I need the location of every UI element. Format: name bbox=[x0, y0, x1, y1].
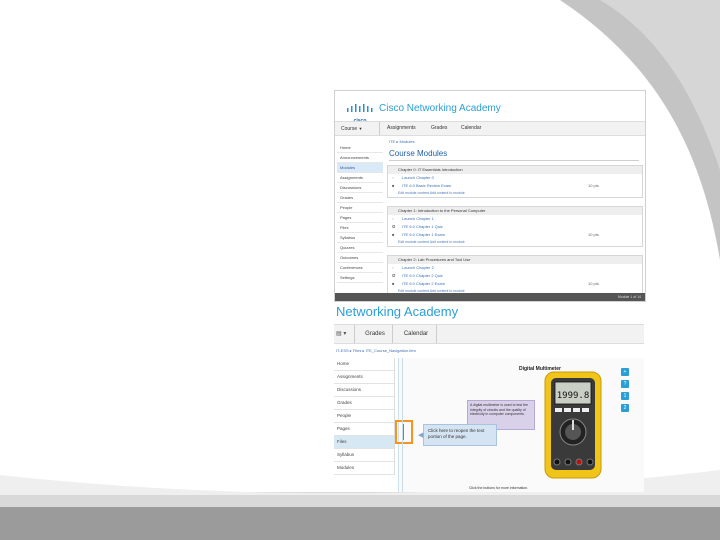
display-reading: 1999.8 bbox=[557, 391, 590, 401]
sidebar-item[interactable]: Assignments bbox=[337, 173, 383, 183]
points-label: 10 pts bbox=[588, 232, 599, 237]
module-item-label: ITE 6.0 Chapter 1 Quiz bbox=[402, 224, 443, 229]
sidebar-item[interactable]: Conferences bbox=[337, 263, 383, 273]
info-button[interactable]: ? bbox=[621, 380, 629, 388]
chevron-down-icon: ▼ bbox=[358, 126, 363, 131]
sidebar-item[interactable]: Grades bbox=[337, 193, 383, 203]
quiz-icon: ✪ bbox=[392, 273, 396, 278]
side-buttons: +? 1 2 bbox=[621, 368, 631, 416]
sidebar-item[interactable]: People bbox=[337, 203, 383, 213]
sidebar-item[interactable]: Quizzes bbox=[337, 243, 383, 253]
course-menu[interactable]: Course ▼ bbox=[341, 122, 380, 135]
sidebar-item[interactable]: Outcomes bbox=[337, 253, 383, 263]
points-label: 10 pts bbox=[588, 281, 599, 286]
module-item[interactable]: ■ ITE 6.0 Chapter 1 Exam 10 pts bbox=[388, 231, 642, 239]
module-footer-links[interactable]: Edit module content Add content to modul… bbox=[388, 239, 642, 246]
module-item-label: Launch Chapter 1 bbox=[402, 216, 434, 221]
info-button[interactable]: 2 bbox=[621, 404, 629, 412]
module-item[interactable]: ■ ITE 6.0 Chapter 2 Exam 10 pts bbox=[388, 280, 642, 288]
folder-icon: ■ bbox=[392, 183, 395, 188]
points-label: 10 pts bbox=[588, 183, 599, 188]
academy-title: Cisco Networking Academy bbox=[379, 103, 501, 114]
sidebar-item[interactable]: Modules bbox=[337, 163, 383, 173]
top-screenshot: cisco Cisco Networking Academy Course ▼ … bbox=[334, 90, 646, 302]
page-title: Course Modules bbox=[389, 149, 448, 158]
reopen-callout: ◀ Click here to reopen the text portion … bbox=[418, 424, 497, 446]
module-footer-links[interactable]: Edit module content Add content to modul… bbox=[388, 190, 642, 197]
grades-tab[interactable]: Grades bbox=[431, 122, 447, 135]
multimeter-image: 1999.8 bbox=[544, 371, 602, 479]
folder-icon: ■ bbox=[392, 232, 395, 237]
module-title[interactable]: Chapter 1: Introduction to the Personal … bbox=[388, 207, 642, 215]
sidebar-item[interactable]: People bbox=[334, 410, 394, 423]
module-item-label: Launch Chapter 2 bbox=[402, 265, 434, 270]
module-item-label: ITE 6.0 Chapter 2 Quiz bbox=[402, 273, 443, 278]
module-item[interactable]: ▫ Launch Chapter 2 bbox=[388, 264, 642, 272]
bottom-screenshot: Networking Academy ▤ ▾ Grades Calendar I… bbox=[334, 302, 644, 492]
info-button[interactable]: + bbox=[621, 368, 629, 376]
callout-arrow-icon: ◀ bbox=[418, 432, 424, 439]
module-item-label: ITE 6.0 Chapter 2 Exam bbox=[402, 281, 445, 286]
sidebar-item[interactable]: Syllabus bbox=[337, 233, 383, 243]
sidebar-item[interactable]: Grades bbox=[334, 397, 394, 410]
sidebar-item[interactable]: Syllabus bbox=[334, 449, 394, 462]
content-footer: Click the buttons for more information. bbox=[469, 486, 529, 490]
sidebar-item[interactable]: Pages bbox=[337, 213, 383, 223]
module-card: Chapter 1: Introduction to the Personal … bbox=[387, 206, 643, 247]
handle-line bbox=[402, 358, 403, 492]
sidebar-item[interactable]: Modules bbox=[334, 462, 394, 475]
bottom-sidebar: Home Assignments Discussions Grades People Pa… bbox=[334, 358, 395, 475]
sidebar-item[interactable]: Home bbox=[337, 143, 383, 153]
sidebar-item[interactable]: Files bbox=[334, 436, 394, 449]
page-icon: ▫ bbox=[392, 265, 394, 270]
grades-tab[interactable]: Grades bbox=[358, 325, 393, 343]
breadcrumb[interactable]: ITE ▸ Modules bbox=[389, 139, 415, 144]
status-text: Module 1 of 14 bbox=[617, 295, 641, 299]
status-bar: Module 1 of 14 bbox=[335, 293, 645, 301]
module-card: Chapter 2: Lab Procedures and Tool Use ▫ L… bbox=[387, 255, 643, 296]
sidebar-item[interactable]: Files bbox=[337, 223, 383, 233]
module-item-label: Launch Chapter 0 bbox=[402, 175, 434, 180]
module-item[interactable]: ■ ITE 6.0 Basic Review Exam 10 pts bbox=[388, 182, 642, 190]
module-item[interactable]: ▫ Launch Chapter 1 bbox=[388, 215, 642, 223]
module-item[interactable]: ✪ ITE 6.0 Chapter 2 Quiz bbox=[388, 272, 642, 280]
module-card: Chapter 0: IT Essentials Introduction ▫ La… bbox=[387, 165, 643, 198]
top-menu-bar: Course ▼ Assignments Grades Calendar bbox=[335, 121, 645, 136]
cisco-bars-icon bbox=[347, 104, 373, 112]
sidebar-item[interactable]: Discussions bbox=[337, 183, 383, 193]
sidebar-item[interactable]: Discussions bbox=[334, 384, 394, 397]
calendar-tab[interactable]: Calendar bbox=[461, 122, 481, 135]
info-button[interactable]: 1 bbox=[621, 392, 629, 400]
module-item-label: ITE 6.0 Chapter 1 Exam bbox=[402, 232, 445, 237]
module-item[interactable]: ✪ ITE 6.0 Chapter 1 Quiz bbox=[388, 223, 642, 231]
networking-academy-logo: Networking Academy bbox=[336, 304, 459, 319]
page-icon: ▫ bbox=[392, 175, 394, 180]
assignments-tab[interactable]: Assignments bbox=[387, 122, 416, 135]
content-pane: Digital Multimeter A digital multimeter … bbox=[395, 358, 644, 492]
sidebar-item[interactable]: Settings bbox=[337, 273, 383, 283]
calendar-tab[interactable]: Calendar bbox=[396, 325, 437, 343]
sidebar-item[interactable]: Pages bbox=[334, 423, 394, 436]
reopen-text-handle[interactable] bbox=[395, 420, 413, 444]
top-sidebar: Home Announcements Modules Assignments Discu… bbox=[337, 143, 383, 283]
module-item-label: ITE 6.0 Basic Review Exam bbox=[402, 183, 452, 188]
callout-text: Click here to reopen the text portion of… bbox=[428, 428, 485, 439]
course-menu-icon[interactable]: ▤ ▾ bbox=[336, 325, 355, 343]
sidebar-item[interactable]: Home bbox=[334, 358, 394, 371]
sidebar-item[interactable]: Assignments bbox=[334, 371, 394, 384]
module-item[interactable]: ▫ Launch Chapter 0 bbox=[388, 174, 642, 182]
module-title[interactable]: Chapter 2: Lab Procedures and Tool Use bbox=[388, 256, 642, 264]
page-icon: ▫ bbox=[392, 216, 394, 221]
bottom-menu-bar: ▤ ▾ Grades Calendar bbox=[334, 324, 644, 344]
folder-icon: ■ bbox=[392, 281, 395, 286]
cisco-logo: cisco bbox=[345, 101, 375, 124]
sidebar-item[interactable]: Announcements bbox=[337, 153, 383, 163]
course-menu-label: Course bbox=[341, 126, 358, 132]
breadcrumb[interactable]: IT-ESS ▸ Files ▸ ITE_Course_Navigation.h… bbox=[336, 348, 416, 353]
quiz-icon: ✪ bbox=[392, 224, 396, 229]
title-divider bbox=[389, 160, 639, 161]
module-title[interactable]: Chapter 0: IT Essentials Introduction bbox=[388, 166, 642, 174]
